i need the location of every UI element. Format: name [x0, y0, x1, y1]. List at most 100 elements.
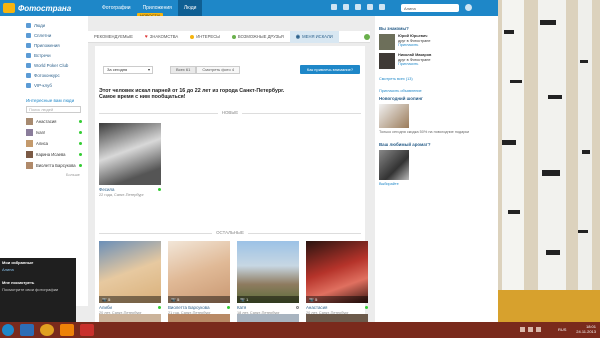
odnoklassniki-icon[interactable] — [60, 324, 74, 336]
sidebar-item-people[interactable]: Люди — [0, 20, 88, 30]
invite-link[interactable]: Пригласить — [398, 43, 431, 48]
person-card[interactable]: 📷 1 Катя 18 лет, Санкт-Петербург — [237, 241, 299, 315]
system-tray — [520, 327, 541, 332]
person-photo[interactable] — [99, 123, 161, 185]
tab-recommended[interactable]: Рекомендуемые — [88, 34, 139, 39]
logo-icon — [3, 3, 15, 13]
person-name: Алиса — [36, 141, 48, 146]
sidebar-item-label: Фотоконкурс — [34, 72, 60, 78]
list-item[interactable]: Анастасия — [0, 116, 88, 127]
sidebar-item-contest[interactable]: Фотоконкурс — [0, 70, 88, 80]
offline-indicator-icon — [296, 306, 299, 309]
sidebar-item-label: Люди — [34, 22, 46, 28]
explorer-icon[interactable] — [20, 324, 34, 336]
list-item[interactable]: Алиса — [0, 138, 88, 149]
period-select[interactable]: За сегодня ▾ — [103, 66, 153, 74]
sidebar-item-vip[interactable]: VIP-клуб — [0, 80, 88, 90]
clock[interactable]: 18:01 24.11.2013 — [576, 324, 596, 334]
site-logo[interactable]: Фотострана — [3, 3, 71, 13]
user-name: Алина — [404, 5, 416, 11]
panel-line-2[interactable]: Посмотрите свои фотографии — [2, 287, 74, 292]
more-people-link[interactable]: Больше — [0, 173, 88, 177]
sidebar-item-apps[interactable]: Приложения — [0, 40, 88, 50]
list-item[interactable]: Ivan! — [0, 127, 88, 138]
avatar[interactable] — [379, 34, 395, 50]
suggestions-title: Вы знакомы? — [379, 26, 409, 31]
suggested-person[interactable]: Юрий Юрьевич друг в Фотостране Пригласит… — [379, 34, 494, 50]
online-indicator-icon — [158, 188, 161, 191]
flag-icon[interactable] — [536, 327, 541, 332]
person-card[interactable]: 📷 5 Анастасия 20 лет, Санкт-Петербург — [306, 241, 368, 315]
person-photo[interactable] — [168, 314, 230, 322]
opera-icon[interactable] — [80, 324, 94, 336]
nav-photos[interactable]: Фотографии — [96, 0, 137, 16]
person-photo[interactable] — [306, 314, 368, 322]
wallet-icon[interactable] — [379, 4, 385, 10]
home-icon[interactable] — [331, 4, 337, 10]
promo2-title[interactable]: Ваш любимый аромат? — [379, 142, 494, 147]
messages-icon[interactable] — [343, 4, 349, 10]
see-all-link[interactable]: Смотреть всех (13) — [379, 77, 494, 81]
tab-searched-me[interactable]: ◉ Меня искали — [289, 30, 339, 43]
interesting-people-title[interactable]: Интересные вам люди — [0, 98, 88, 103]
person-name: Виолетта Барсукова — [36, 163, 76, 168]
person-photo[interactable]: 📷 5 — [306, 241, 368, 303]
person-name[interactable]: Фесила — [99, 187, 114, 192]
online-indicator-icon — [79, 120, 82, 123]
promo-text: Только сегодня скидка 50% на новогодние … — [379, 130, 470, 134]
person-card[interactable]: 📷 5 Виолетта Барсукова 21 год, Санкт-Пет… — [168, 241, 230, 315]
person-photo[interactable] — [99, 314, 161, 322]
tab-possible-friends[interactable]: Возможные друзья — [226, 34, 290, 39]
toggle-all[interactable]: Всех 61 — [170, 66, 197, 74]
tab-interests[interactable]: Интересы — [184, 34, 226, 39]
list-item[interactable]: Карина Исаева — [0, 149, 88, 160]
suggested-person[interactable]: Николай Макаров друг в Фотостране Пригла… — [379, 53, 494, 69]
invite-link[interactable]: Пригласить — [398, 62, 431, 67]
help-icon[interactable] — [364, 33, 370, 40]
person-name[interactable]: Катя — [237, 305, 246, 310]
person-name[interactable]: Юрий Юрьевич — [398, 34, 431, 39]
start-button-icon[interactable] — [2, 324, 14, 336]
person-photo[interactable]: 📷 1 — [237, 241, 299, 303]
language-indicator[interactable]: RUS — [558, 327, 566, 332]
people-search-input[interactable]: Поиск людей — [26, 106, 81, 113]
guests-icon[interactable] — [367, 4, 373, 10]
list-item[interactable]: Виолетта Барсукова — [0, 160, 88, 171]
user-menu[interactable]: Алина — [401, 4, 459, 12]
windows-taskbar: RUS 18:01 24.11.2013 — [0, 322, 600, 338]
person-name[interactable]: Алиби — [99, 305, 112, 310]
settings-gear-icon[interactable] — [465, 4, 472, 11]
sidebar-item-poker[interactable]: World Poker Club — [0, 60, 88, 70]
toggle-photos[interactable]: Смотреть фото 4 — [196, 66, 241, 74]
tab-dating[interactable]: ♥ Знакомства — [139, 34, 184, 40]
person-name[interactable]: Николай Макаров — [398, 53, 431, 58]
photo-count-bar: 📷 5 — [99, 296, 161, 303]
contest-icon — [26, 72, 31, 78]
attract-attention-button[interactable]: Как привлечь внимание? — [300, 65, 360, 74]
network-icon[interactable] — [520, 327, 525, 332]
person-card[interactable]: 📷 5 Алиби 20 лет, Санкт-Петербург — [99, 241, 161, 315]
promo2-image[interactable] — [379, 150, 409, 180]
online-indicator-icon — [227, 306, 230, 309]
person-photo[interactable] — [237, 314, 299, 322]
photo-count: 5 — [108, 297, 111, 302]
volume-icon[interactable] — [528, 327, 533, 332]
promo-title[interactable]: Новогодний шопинг — [379, 96, 494, 101]
panel-line[interactable]: Алина — [2, 267, 74, 272]
avatar[interactable] — [379, 53, 395, 69]
person-photo[interactable]: 📷 5 — [168, 241, 230, 303]
person-name[interactable]: Виолетта Барсукова — [168, 305, 210, 310]
events-icon[interactable] — [355, 4, 361, 10]
section-new-divider: НОВЫЕ — [99, 110, 361, 116]
person-card[interactable]: Фесила 22 года, Санкт-Петербург — [99, 123, 161, 197]
person-name[interactable]: Анастасия — [306, 305, 327, 310]
ad-invite-link[interactable]: Пригласить объявление — [379, 89, 494, 93]
promo2-link[interactable]: Выбирайте — [379, 182, 494, 186]
person-photo[interactable]: 📷 5 — [99, 241, 161, 303]
promo-image[interactable] — [379, 104, 409, 128]
sidebar-item-gossip[interactable]: Сплетни — [0, 30, 88, 40]
chrome-icon[interactable] — [40, 324, 54, 336]
sidebar-item-meetings[interactable]: Встречи — [0, 50, 88, 60]
nav-people[interactable]: Люди — [177, 0, 203, 16]
photo-count: 5 — [177, 297, 180, 302]
